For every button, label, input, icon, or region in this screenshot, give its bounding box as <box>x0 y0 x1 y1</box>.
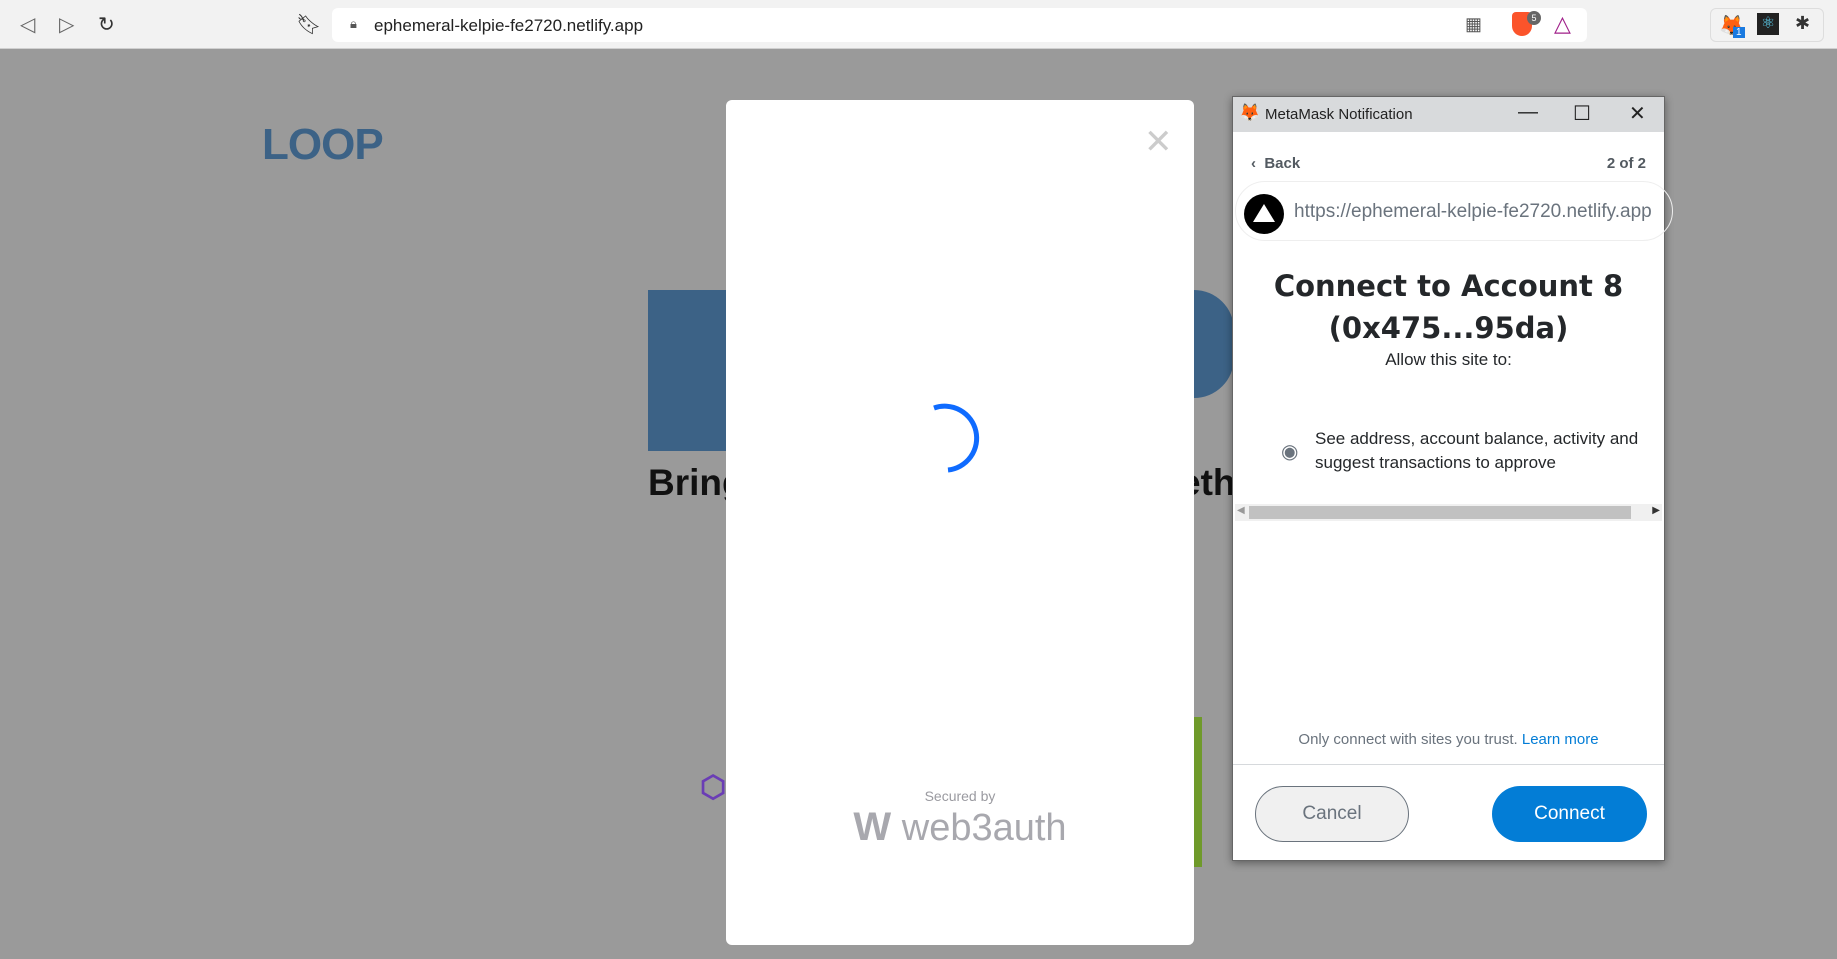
permission-text: See address, account balance, activity a… <box>1315 429 1639 472</box>
heading-account: Connect to Account 8 <box>1273 269 1624 303</box>
back-button[interactable]: ‹ Back <box>1251 155 1300 172</box>
back-label: Back <box>1264 155 1301 172</box>
heading-address: (0x475...95da) <box>1328 311 1569 345</box>
window-close-icon[interactable]: ✕ <box>1629 101 1646 126</box>
site-url: https://ephemeral-kelpie-fe2720.netlify.… <box>1294 201 1652 222</box>
scroll-right-icon[interactable]: ▶ <box>1652 505 1660 516</box>
window-titlebar: 🦊 MetaMask Notification — ☐ ✕ <box>1233 97 1664 132</box>
minimize-icon[interactable]: — <box>1518 101 1538 124</box>
site-origin: https://ephemeral-kelpie-fe2720.netlify.… <box>1235 181 1673 241</box>
loading-spinner-icon <box>933 403 980 473</box>
bat-rewards-icon[interactable]: △ <box>1554 11 1571 37</box>
green-accent <box>1194 717 1202 867</box>
extensions-area: 🦊 1 ⚛ ✱ <box>1710 8 1824 42</box>
metamask-badge: 1 <box>1733 27 1745 38</box>
secured-by-label: Secured by <box>924 788 996 804</box>
maximize-icon[interactable]: ☐ <box>1573 101 1591 126</box>
lock-icon: 🔒︎ <box>350 16 357 31</box>
trust-notice: Only connect with sites you trust. Learn… <box>1233 731 1664 748</box>
puzzle-icon[interactable]: ✱ <box>1795 13 1810 34</box>
connect-button[interactable]: Connect <box>1492 786 1647 842</box>
eye-icon: ◉ <box>1281 441 1299 463</box>
polygon-icon: ⬡ <box>700 771 727 804</box>
metamask-window: 🦊 MetaMask Notification — ☐ ✕ ‹ Back 2 o… <box>1232 96 1673 861</box>
hero-letter-foot <box>648 400 738 451</box>
metamask-fox-icon: 🦊 <box>1239 103 1261 122</box>
horizontal-scrollbar[interactable]: ◀ ▶ <box>1235 504 1662 521</box>
back-nav-icon[interactable]: ◁ <box>20 12 35 37</box>
react-devtools-icon[interactable]: ⚛ <box>1757 13 1779 35</box>
web3auth-logo: W web3auth <box>853 805 1067 849</box>
window-title: MetaMask Notification <box>1265 106 1413 123</box>
allow-label: Allow this site to: <box>1385 350 1512 369</box>
loop-logo[interactable]: LOOP <box>262 120 384 170</box>
address-bar[interactable]: 🔒︎ ephemeral-kelpie-fe2720.netlify.app ▦… <box>332 8 1587 42</box>
divider <box>1233 764 1664 765</box>
bookmark-icon[interactable]: 🔖︎ <box>296 12 321 37</box>
brave-badge: 5 <box>1527 11 1541 25</box>
site-triangle-icon <box>1244 194 1284 234</box>
web3auth-modal: ✕ Secured by W web3auth <box>726 100 1194 945</box>
browser-toolbar: ◁ ▷ ↻ 🔖︎ 🔒︎ ephemeral-kelpie-fe2720.netl… <box>0 0 1837 49</box>
chevron-left-icon: ‹ <box>1251 155 1256 172</box>
reload-icon[interactable]: ↻ <box>98 12 115 37</box>
scrollbar-thumb[interactable] <box>1249 506 1631 519</box>
step-counter: 2 of 2 <box>1606 155 1646 172</box>
qr-icon[interactable]: ▦ <box>1465 14 1482 35</box>
url-text[interactable]: ephemeral-kelpie-fe2720.netlify.app <box>374 16 643 36</box>
scroll-left-icon[interactable]: ◀ <box>1237 505 1245 516</box>
forward-nav-icon[interactable]: ▷ <box>59 12 74 37</box>
trust-text: Only connect with sites you trust. <box>1298 731 1518 748</box>
connect-heading: Connect to Account 8 (0x475...95da) <box>1233 265 1664 349</box>
web3auth-brand: web3auth <box>901 807 1067 849</box>
close-icon[interactable]: ✕ <box>1144 122 1173 162</box>
cancel-button[interactable]: Cancel <box>1255 786 1409 842</box>
learn-more-link[interactable]: Learn more <box>1522 731 1599 748</box>
